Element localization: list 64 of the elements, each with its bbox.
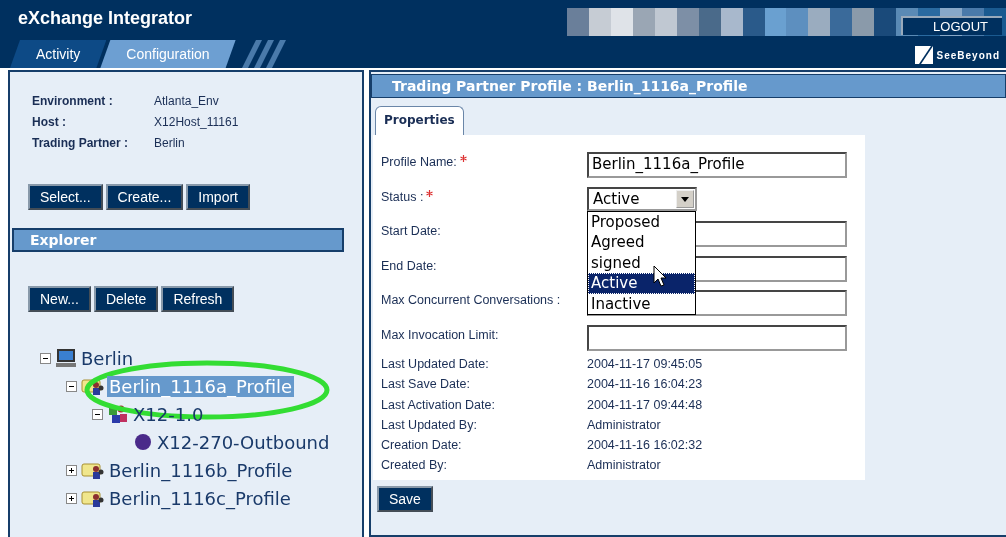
field-label: Profile Name: bbox=[381, 155, 457, 169]
logout-button[interactable]: LOGOUT bbox=[901, 16, 1002, 35]
expand-toggle[interactable] bbox=[66, 492, 77, 504]
context-label: Trading Partner : bbox=[32, 136, 129, 150]
collapse-toggle[interactable] bbox=[66, 380, 77, 392]
brand-logo-icon bbox=[914, 46, 933, 64]
sphere-icon bbox=[133, 432, 153, 452]
field-value: 2004-11-17 09:45:05 bbox=[587, 356, 704, 371]
action-button[interactable]: Delete bbox=[93, 286, 159, 312]
action-button[interactable]: Import bbox=[186, 184, 250, 210]
status-dropdown[interactable]: Active bbox=[587, 186, 697, 211]
save-button[interactable]: Save bbox=[377, 485, 433, 512]
field-label: Last Save Date: bbox=[381, 377, 470, 392]
text-field[interactable] bbox=[587, 324, 847, 351]
context-value: Atlanta_Env bbox=[153, 94, 220, 108]
context-label: Environment : bbox=[32, 94, 114, 108]
panel-title: Trading Partner Profile : Berlin_1116a_Profile bbox=[371, 74, 1006, 98]
tree-item[interactable]: X12-270-Outbound bbox=[155, 431, 332, 453]
field-value: 2004-11-17 09:44:48 bbox=[587, 396, 704, 412]
field-label: Created By: bbox=[381, 458, 447, 473]
dropdown-option[interactable]: Proposed bbox=[588, 211, 695, 232]
action-button[interactable]: Create... bbox=[105, 184, 184, 210]
dropdown-option[interactable]: Inactive bbox=[588, 293, 695, 314]
field-label: Max Concurrent Conversations : bbox=[381, 293, 561, 307]
action-button[interactable]: Select... bbox=[28, 184, 103, 210]
field-label: Last Activation Date: bbox=[381, 397, 495, 412]
tree-item[interactable]: Berlin_1116c_Profile bbox=[107, 487, 293, 509]
explorer-header: Explorer bbox=[12, 228, 344, 252]
field-label: Creation Date: bbox=[381, 438, 462, 453]
action-button[interactable]: Refresh bbox=[161, 286, 235, 312]
field-label: Status : bbox=[381, 189, 424, 204]
field-label: Last Updated By: bbox=[381, 417, 477, 432]
dropdown-option[interactable]: Agreed bbox=[588, 232, 695, 253]
collapse-toggle[interactable] bbox=[40, 352, 51, 364]
dropdown-option[interactable]: signed bbox=[588, 252, 695, 273]
field-label: Start Date: bbox=[381, 224, 441, 238]
field-label: Last Updated Date: bbox=[381, 357, 489, 371]
context-value: X12Host_11161 bbox=[153, 115, 239, 129]
field-value: 2004-11-16 16:02:32 bbox=[587, 437, 704, 453]
mouse-cursor-icon bbox=[653, 264, 667, 287]
nav-tab[interactable]: Activity bbox=[10, 40, 107, 68]
collapse-toggle[interactable] bbox=[92, 408, 103, 420]
folder-people-icon bbox=[81, 488, 105, 508]
action-button[interactable]: New... bbox=[28, 286, 91, 312]
tree-item[interactable]: Berlin_1116b_Profile bbox=[107, 459, 295, 481]
text-field[interactable]: Berlin_1116a_Profile bbox=[587, 152, 847, 178]
field-label: End Date: bbox=[381, 258, 437, 273]
app-title: eXchange Integrator bbox=[18, 8, 193, 29]
slashes-decoration bbox=[241, 40, 288, 68]
properties-tab[interactable]: Properties bbox=[375, 106, 464, 135]
field-value: Administrator bbox=[587, 457, 662, 473]
computer-icon bbox=[55, 348, 77, 368]
tree-item[interactable]: Berlin bbox=[79, 347, 136, 369]
people-icon bbox=[107, 404, 129, 424]
brand-name: SeeBeyond bbox=[936, 49, 1000, 61]
field-label: Max Invocation Limit: bbox=[381, 327, 499, 342]
folder-people-icon bbox=[81, 460, 105, 480]
field-value: Administrator bbox=[587, 416, 662, 432]
folder-people-icon bbox=[81, 376, 105, 396]
field-value: 2004-11-16 16:04:23 bbox=[587, 376, 704, 392]
dropdown-option[interactable]: Active bbox=[588, 273, 695, 294]
context-label: Host : bbox=[32, 115, 67, 129]
expand-toggle[interactable] bbox=[66, 464, 77, 476]
context-value: Berlin bbox=[153, 136, 186, 150]
